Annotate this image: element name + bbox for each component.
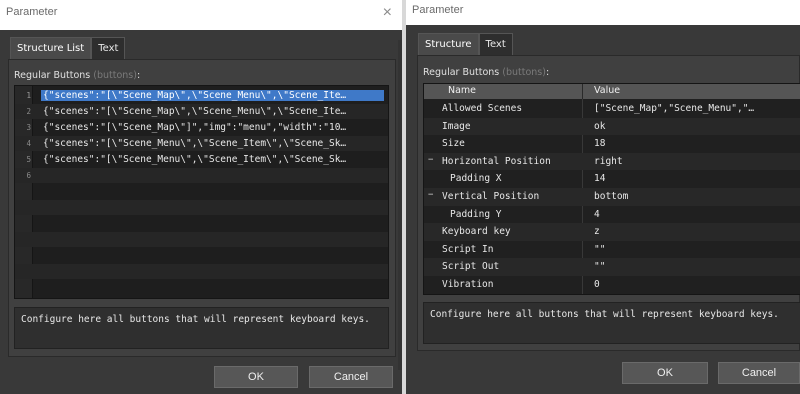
property-row-padding-x[interactable]: Padding X 14	[424, 170, 800, 188]
tab-structure[interactable]: Structure	[418, 33, 479, 55]
property-row-vertical-position[interactable]: − Vertical Position bottom	[424, 188, 800, 206]
window-title: Parameter	[6, 6, 58, 18]
description-box: Configure here all buttons that will rep…	[423, 302, 800, 344]
parameter-dialog-left: Parameter × Structure List Text Regular …	[0, 0, 402, 394]
ok-button[interactable]: OK	[214, 366, 298, 388]
property-row-horizontal-position[interactable]: − Horizontal Position right	[424, 152, 800, 171]
property-row-script-out[interactable]: Script Out ""	[424, 258, 800, 276]
tab-bar: Structure List Text	[10, 37, 126, 59]
property-row-size[interactable]: Size 18	[424, 135, 800, 153]
grid-header: Name Value	[424, 84, 800, 99]
property-row-script-in[interactable]: Script In ""	[424, 241, 800, 259]
list-item[interactable]: 4 {"scenes":"[\"Scene_Menu\",\"Scene_Ite…	[15, 136, 388, 151]
structure-list[interactable]: 1 1 {"scenes":"[\"Scene_Map\",\"Scene_Me…	[14, 85, 389, 299]
close-icon[interactable]: ×	[383, 4, 392, 22]
property-row-vibration[interactable]: Vibration 0	[424, 276, 800, 294]
list-item[interactable]: 2 {"scenes":"[\"Scene_Map\",\"Scene_Menu…	[15, 104, 388, 119]
cancel-button[interactable]: Cancel	[309, 366, 393, 388]
list-item[interactable]: 3 {"scenes":"[\"Scene_Map\"]","img":"men…	[15, 120, 388, 135]
collapse-icon[interactable]: −	[428, 190, 433, 200]
structure-panel: Regular Buttons (buttons): Name Value Al…	[417, 55, 800, 351]
list-item[interactable]: 5 {"scenes":"[\"Scene_Menu\",\"Scene_Ite…	[15, 152, 388, 167]
section-label: Regular Buttons (buttons):	[423, 67, 550, 78]
cancel-button[interactable]: Cancel	[718, 362, 800, 384]
column-header-value[interactable]: Value	[594, 85, 620, 96]
property-row-keyboard-key[interactable]: Keyboard key z	[424, 223, 800, 241]
property-row-allowed-scenes[interactable]: Allowed Scenes ["Scene_Map","Scene_Menu"…	[424, 100, 800, 118]
tab-structure-list[interactable]: Structure List	[10, 37, 92, 59]
title-bar: Parameter ×	[0, 0, 402, 30]
tab-text[interactable]: Text	[91, 37, 126, 59]
property-row-image[interactable]: Image ok	[424, 117, 800, 136]
property-row-padding-y[interactable]: Padding Y 4	[424, 206, 800, 224]
column-header-name[interactable]: Name	[448, 85, 476, 96]
list-item-empty[interactable]: 6	[15, 168, 388, 183]
tab-text[interactable]: Text	[478, 33, 513, 55]
structure-list-panel: Regular Buttons (buttons): 1 1 {"scenes"…	[8, 59, 396, 357]
tab-bar: Structure Text	[418, 33, 513, 55]
parameter-dialog-right: Parameter Structure Text Regular Buttons…	[406, 0, 800, 394]
title-bar: Parameter	[406, 0, 800, 25]
collapse-icon[interactable]: −	[428, 155, 433, 165]
section-label: Regular Buttons (buttons):	[14, 70, 141, 81]
property-grid[interactable]: Name Value Allowed Scenes ["Scene_Map","…	[423, 83, 800, 295]
list-item-selected[interactable]: 1 {"scenes":"[\"Scene_Map\",\"Scene_Menu…	[15, 88, 388, 103]
ok-button[interactable]: OK	[622, 362, 708, 384]
description-box: Configure here all buttons that will rep…	[14, 307, 389, 349]
window-title: Parameter	[412, 4, 464, 16]
